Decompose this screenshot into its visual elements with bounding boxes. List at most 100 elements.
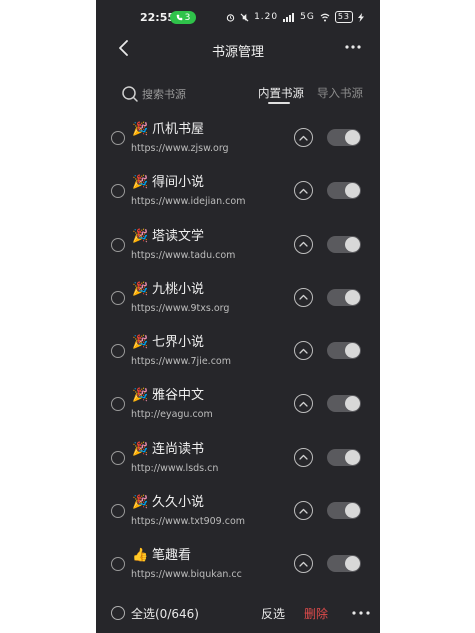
collapse-button[interactable] xyxy=(294,394,313,414)
party-popper-icon: 🎉 xyxy=(132,175,149,191)
collapse-button[interactable] xyxy=(294,447,313,467)
row-checkbox[interactable] xyxy=(111,290,125,305)
source-url: https://www.txt909.com xyxy=(131,516,246,528)
row-checkbox[interactable] xyxy=(111,237,125,252)
party-popper-icon: 🎉 xyxy=(132,335,149,351)
thumbs-up-icon: 👍 xyxy=(132,548,149,564)
toggle-knob xyxy=(345,556,360,572)
collapse-button[interactable] xyxy=(294,234,313,254)
party-popper-icon: 🎉 xyxy=(132,388,149,404)
source-row[interactable]: 🎉 九桃小说 https://www.9txs.org xyxy=(96,272,380,325)
source-name: 塔读文学 xyxy=(152,228,205,244)
status-icons: 1.20 5G 53 xyxy=(226,11,364,23)
source-name: 连尚读书 xyxy=(152,441,205,457)
toggle-knob xyxy=(345,449,360,465)
source-row[interactable]: 🎉 塔读文学 https://www.tadu.com xyxy=(96,219,380,272)
source-row[interactable]: 🎉 得间小说 https://www.idejian.com xyxy=(96,165,380,218)
tab-imported-sources[interactable]: 导入书源 xyxy=(317,85,363,101)
chevron-up-icon xyxy=(299,241,308,247)
collapse-button[interactable] xyxy=(294,341,313,361)
source-name: 笔趣看 xyxy=(152,548,192,564)
alarm-icon xyxy=(226,13,235,22)
source-url: http://eyagu.com xyxy=(131,409,213,421)
source-enable-toggle[interactable] xyxy=(327,555,361,573)
search-row: 内置书源 导入书源 xyxy=(96,80,380,110)
chevron-up-icon xyxy=(299,295,308,301)
mute-icon xyxy=(240,13,249,21)
source-list: 🎉 爪机书屋 https://www.zjsw.org 🎉 得间小说 https://ww… xyxy=(96,112,380,592)
source-row[interactable]: 🎉 爪机书屋 https://www.zjsw.org xyxy=(96,112,380,165)
row-checkbox[interactable] xyxy=(111,131,125,145)
chevron-up-icon xyxy=(299,508,308,514)
row-checkbox[interactable] xyxy=(111,557,125,572)
search-icon[interactable] xyxy=(121,85,139,103)
wifi-icon xyxy=(320,13,330,21)
source-enable-toggle[interactable] xyxy=(327,288,361,306)
toggle-knob xyxy=(345,130,360,145)
nav-bar: 书源管理 xyxy=(96,34,380,64)
chevron-up-icon xyxy=(299,455,308,460)
phone-icon xyxy=(176,14,182,21)
source-enable-toggle[interactable] xyxy=(327,395,361,413)
source-url: https://www.idejian.com xyxy=(131,196,246,208)
collapse-button[interactable] xyxy=(294,501,313,521)
select-all-label[interactable]: 全选(0/646) xyxy=(131,605,199,622)
collapse-button[interactable] xyxy=(294,554,313,574)
source-enable-toggle[interactable] xyxy=(327,235,361,253)
select-all-checkbox[interactable] xyxy=(111,606,125,620)
source-row[interactable]: 🎉 七界小说 https://www.7jie.com xyxy=(96,325,380,378)
invert-selection-button[interactable]: 反选 xyxy=(261,605,285,622)
source-enable-toggle[interactable] xyxy=(327,502,361,520)
delete-button[interactable]: 删除 xyxy=(304,605,328,622)
collapse-button[interactable] xyxy=(294,128,313,147)
party-popper-icon: 🎉 xyxy=(132,122,149,137)
party-popper-icon: 🎉 xyxy=(132,495,149,511)
status-bar: 22:55 3 1.20 5G 53 xyxy=(96,0,380,34)
source-name: 爪机书屋 xyxy=(152,122,205,137)
chevron-up-icon xyxy=(299,561,308,567)
toggle-knob xyxy=(345,503,360,519)
source-row[interactable]: 🎉 久久小说 https://www.txt909.com xyxy=(96,485,380,538)
source-row[interactable]: 🎉 连尚读书 http://www.lsds.cn xyxy=(96,432,380,485)
toggle-knob xyxy=(345,236,360,252)
source-name: 七界小说 xyxy=(152,335,205,351)
phone-screen: 22:55 3 1.20 5G 53 书源管理 内置书源 导入书源 🎉爪机书屋h… xyxy=(96,0,380,633)
call-badge[interactable]: 3 xyxy=(170,11,196,24)
search-input[interactable] xyxy=(142,86,242,102)
source-enable-toggle[interactable] xyxy=(327,182,361,200)
row-checkbox[interactable] xyxy=(111,344,125,359)
source-url: https://www.biqukan.cc xyxy=(131,569,242,581)
row-checkbox[interactable] xyxy=(111,450,125,465)
source-enable-toggle[interactable] xyxy=(327,448,361,466)
source-row[interactable]: 🎉 雅谷中文 http://eyagu.com xyxy=(96,378,380,431)
party-popper-icon: 🎉 xyxy=(132,228,149,244)
net-speed: 1.20 xyxy=(254,12,279,22)
chevron-up-icon xyxy=(299,135,308,141)
row-checkbox[interactable] xyxy=(111,184,125,199)
active-tab-indicator xyxy=(268,102,290,104)
bottom-more-icon[interactable] xyxy=(351,608,371,618)
source-url: https://www.7jie.com xyxy=(131,356,231,368)
chevron-up-icon xyxy=(299,188,308,194)
collapse-button[interactable] xyxy=(294,181,313,201)
row-checkbox[interactable] xyxy=(111,397,125,412)
chevron-up-icon xyxy=(299,401,308,407)
row-checkbox[interactable] xyxy=(111,504,125,519)
source-url: https://www.zjsw.org xyxy=(131,143,229,154)
source-row[interactable]: 👍 笔趣看 https://www.biqukan.cc xyxy=(96,538,380,591)
source-enable-toggle[interactable] xyxy=(327,129,361,146)
collapse-button[interactable] xyxy=(294,287,313,307)
source-url: https://www.9txs.org xyxy=(131,302,230,314)
party-popper-icon: 🎉 xyxy=(132,441,149,457)
signal-icon xyxy=(283,12,295,22)
charging-icon xyxy=(358,12,364,22)
party-popper-icon: 🎉 xyxy=(132,281,149,297)
more-options-icon[interactable] xyxy=(344,40,362,54)
source-enable-toggle[interactable] xyxy=(327,342,361,360)
toggle-knob xyxy=(345,289,360,305)
source-url: https://www.tadu.com xyxy=(131,249,236,261)
source-url: http://www.lsds.cn xyxy=(131,462,219,474)
battery-level: 53 xyxy=(334,11,353,23)
source-name: 雅谷中文 xyxy=(152,388,205,404)
tab-builtin-sources[interactable]: 内置书源 xyxy=(258,85,304,101)
